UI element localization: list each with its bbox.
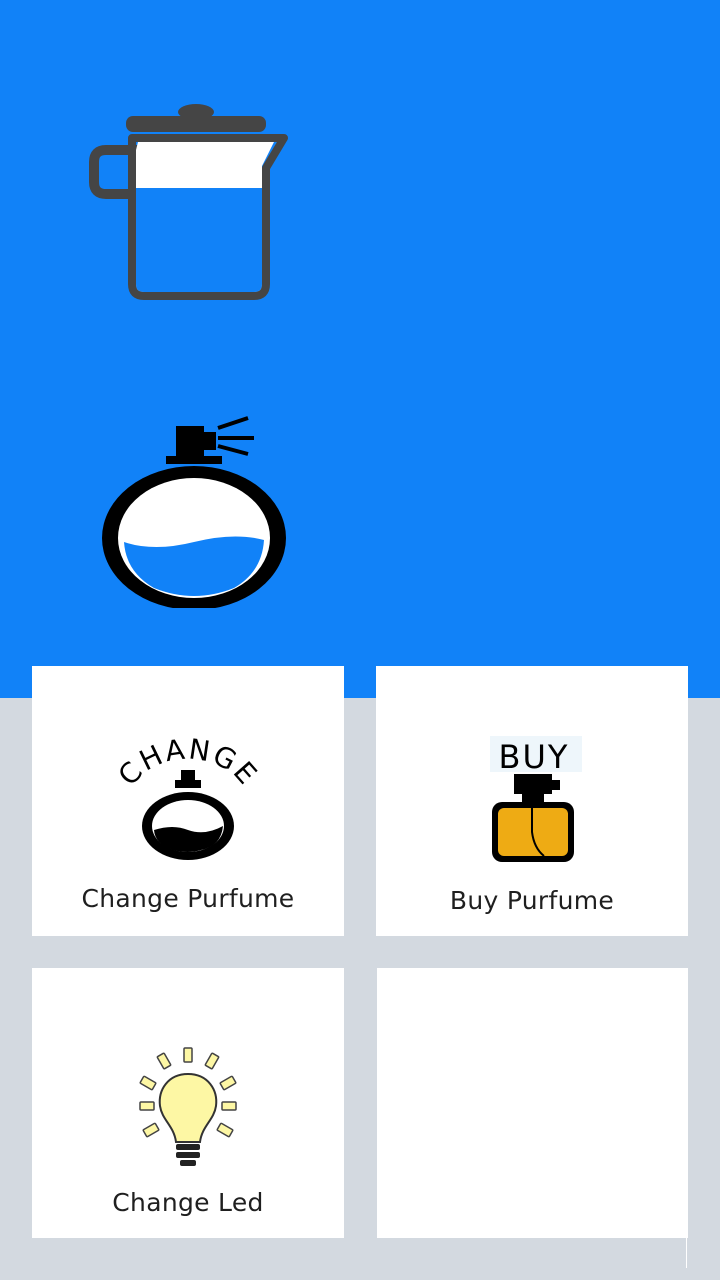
change-perfume-label: Change Purfume (81, 884, 295, 913)
empty-card (377, 968, 688, 1238)
status-panel (0, 0, 720, 698)
change-perfume-button[interactable]: CHANGE Change Purfume (32, 666, 344, 936)
water-jug-icon (89, 104, 288, 300)
change-led-button[interactable]: Change Led (32, 968, 344, 1238)
buy-perfume-icon: BUY (490, 736, 582, 862)
lightbulb-icon (139, 1047, 237, 1166)
change-perfume-icon: CHANGE (113, 738, 263, 860)
divider (686, 1238, 687, 1268)
svg-text:BUY: BUY (499, 738, 570, 776)
change-led-label: Change Led (112, 1188, 264, 1217)
buy-perfume-label: Buy Purfume (449, 886, 615, 915)
perfume-bottle-icon (94, 416, 296, 614)
buy-perfume-button[interactable]: BUY Buy Purfume (376, 666, 688, 936)
